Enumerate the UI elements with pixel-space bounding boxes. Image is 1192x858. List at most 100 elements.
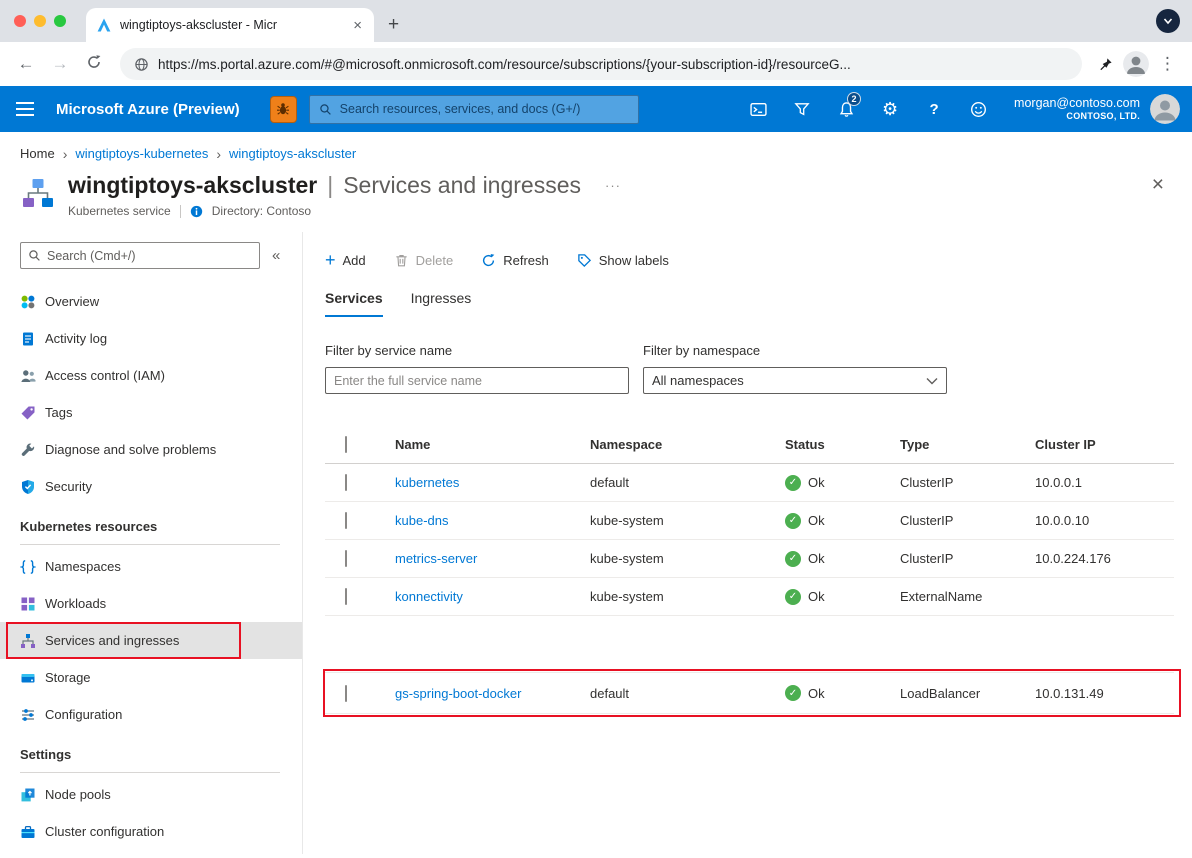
table-row: konnectivity kube-system ✓ Ok ExternalNa…	[325, 578, 1174, 616]
refresh-button[interactable]: Refresh	[481, 253, 549, 268]
namespace-dropdown[interactable]: All namespaces	[643, 367, 947, 394]
page-context-menu-button[interactable]: ···	[605, 178, 621, 193]
tab-services[interactable]: Services	[325, 290, 383, 317]
service-link[interactable]: gs-spring-boot-docker	[395, 686, 590, 701]
tab-close-icon[interactable]: ×	[351, 17, 364, 34]
window-close-button[interactable]	[14, 15, 26, 27]
tab-ingresses[interactable]: Ingresses	[411, 290, 472, 317]
services-ingresses-icon	[20, 633, 36, 649]
sidebar-item-configuration[interactable]: Configuration	[0, 696, 302, 733]
azure-search-input[interactable]	[340, 102, 629, 116]
overview-icon	[20, 294, 36, 310]
breadcrumb-separator-icon: ›	[216, 146, 221, 162]
browser-tab[interactable]: wingtiptoys-akscluster - Micr ×	[86, 8, 374, 42]
collapse-sidebar-button[interactable]: «	[272, 247, 280, 264]
account-org: CONTOSO, LTD.	[1014, 111, 1140, 122]
sidebar-item-label: Node pools	[45, 787, 111, 802]
browser-profile-avatar[interactable]	[1123, 51, 1149, 77]
browser-tab-bar: wingtiptoys-akscluster - Micr × +	[0, 0, 1192, 42]
show-labels-button[interactable]: Show labels	[577, 253, 669, 268]
status-ok-icon: ✓	[785, 513, 801, 529]
row-checkbox[interactable]	[345, 588, 347, 605]
azure-search-box[interactable]	[309, 95, 639, 124]
cloud-shell-icon[interactable]	[736, 86, 780, 132]
sidebar-item-node-pools[interactable]: Node pools	[0, 776, 302, 813]
table-header: Name Namespace Status Type Cluster IP	[325, 426, 1174, 464]
window-controls	[14, 15, 66, 27]
sidebar-item-access-control[interactable]: Access control (IAM)	[0, 357, 302, 394]
sidebar-item-namespaces[interactable]: Namespaces	[0, 548, 302, 585]
window-zoom-button[interactable]	[54, 15, 66, 27]
namespace-cell: default	[590, 686, 785, 701]
sidebar-item-storage[interactable]: Storage	[0, 659, 302, 696]
sidebar-item-label: Configuration	[45, 707, 122, 722]
help-icon[interactable]: ?	[912, 86, 956, 132]
window-minimize-button[interactable]	[34, 15, 46, 27]
breadcrumb-wingtiptoys-akscluster[interactable]: wingtiptoys-akscluster	[229, 146, 356, 161]
sidebar-item-activity-log[interactable]: Activity log	[0, 320, 302, 357]
directory-filter-icon[interactable]	[780, 86, 824, 132]
notifications-bell-icon[interactable]: 2	[824, 86, 868, 132]
subtitle-divider	[180, 205, 181, 218]
content-area: « Overview Activity log	[0, 232, 1192, 854]
select-all-checkbox[interactable]	[345, 436, 347, 453]
sidebar-item-security[interactable]: Security	[0, 468, 302, 505]
sidebar-item-label: Diagnose and solve problems	[45, 442, 216, 457]
row-checkbox[interactable]	[345, 512, 347, 529]
sidebar-item-services-and-ingresses[interactable]: Services and ingresses	[0, 622, 302, 659]
chevron-down-icon	[926, 377, 938, 385]
new-tab-button[interactable]: +	[388, 14, 399, 36]
sidebar-item-label: Namespaces	[45, 559, 121, 574]
add-button[interactable]: + Add	[325, 251, 366, 269]
account-email: morgan@contoso.com	[1014, 96, 1140, 112]
tab-search-button[interactable]	[1156, 9, 1180, 33]
close-blade-icon[interactable]: ×	[1152, 174, 1164, 195]
service-name-filter-input[interactable]	[325, 367, 629, 394]
page-section-title: Services and ingresses	[343, 172, 581, 199]
command-bar: + Add Delete Refresh	[325, 232, 1174, 274]
breadcrumb-home[interactable]: Home	[20, 146, 55, 161]
row-checkbox[interactable]	[345, 685, 347, 702]
account-menu[interactable]: morgan@contoso.com CONTOSO, LTD.	[1014, 96, 1140, 123]
sidebar-item-cluster-configuration[interactable]: Cluster configuration	[0, 813, 302, 850]
forward-button[interactable]: →	[46, 54, 74, 74]
reload-button[interactable]	[80, 54, 108, 75]
service-link[interactable]: metrics-server	[395, 551, 590, 566]
hamburger-menu-icon[interactable]	[0, 86, 50, 132]
status-ok-icon: ✓	[785, 475, 801, 491]
labels-icon	[577, 253, 592, 268]
address-bar[interactable]: https://ms.portal.azure.com/#@microsoft.…	[120, 48, 1082, 80]
feedback-smiley-icon[interactable]	[956, 86, 1000, 132]
sidebar-item-overview[interactable]: Overview	[0, 283, 302, 320]
pin-icon[interactable]	[1094, 57, 1117, 72]
service-link[interactable]: konnectivity	[395, 589, 590, 604]
status-ok-icon: ✓	[785, 589, 801, 605]
sidebar-section-kubernetes-resources: Kubernetes resources	[20, 519, 280, 545]
service-link[interactable]: kubernetes	[395, 475, 590, 490]
delete-button[interactable]: Delete	[394, 253, 454, 268]
service-link[interactable]: kube-dns	[395, 513, 590, 528]
search-icon	[319, 103, 332, 116]
sidebar-search-input[interactable]	[47, 249, 252, 263]
azure-top-bar: Microsoft Azure (Preview) 2 ⚙ ?	[0, 86, 1192, 132]
briefcase-icon	[20, 824, 36, 840]
sidebar-search-box[interactable]	[20, 242, 260, 269]
sidebar-item-tags[interactable]: Tags	[0, 394, 302, 431]
row-checkbox[interactable]	[345, 550, 347, 567]
resource-type-label: Kubernetes service	[68, 204, 171, 218]
table-row: metrics-server kube-system ✓ Ok ClusterI…	[325, 540, 1174, 578]
browser-menu-icon[interactable]: ⋮	[1155, 54, 1180, 74]
back-button[interactable]: ←	[12, 54, 40, 74]
trash-icon	[394, 253, 409, 268]
status-cell: ✓ Ok	[785, 551, 900, 567]
sidebar-item-diagnose[interactable]: Diagnose and solve problems	[0, 431, 302, 468]
row-checkbox[interactable]	[345, 474, 347, 491]
user-avatar[interactable]	[1150, 94, 1180, 124]
azure-favicon-icon	[96, 17, 112, 33]
breadcrumb-wingtiptoys-kubernetes[interactable]: wingtiptoys-kubernetes	[75, 146, 208, 161]
sidebar-item-label: Overview	[45, 294, 99, 309]
sidebar-item-workloads[interactable]: Workloads	[0, 585, 302, 622]
bug-extension-icon[interactable]	[270, 96, 297, 123]
search-icon	[28, 249, 41, 262]
settings-gear-icon[interactable]: ⚙	[868, 86, 912, 132]
